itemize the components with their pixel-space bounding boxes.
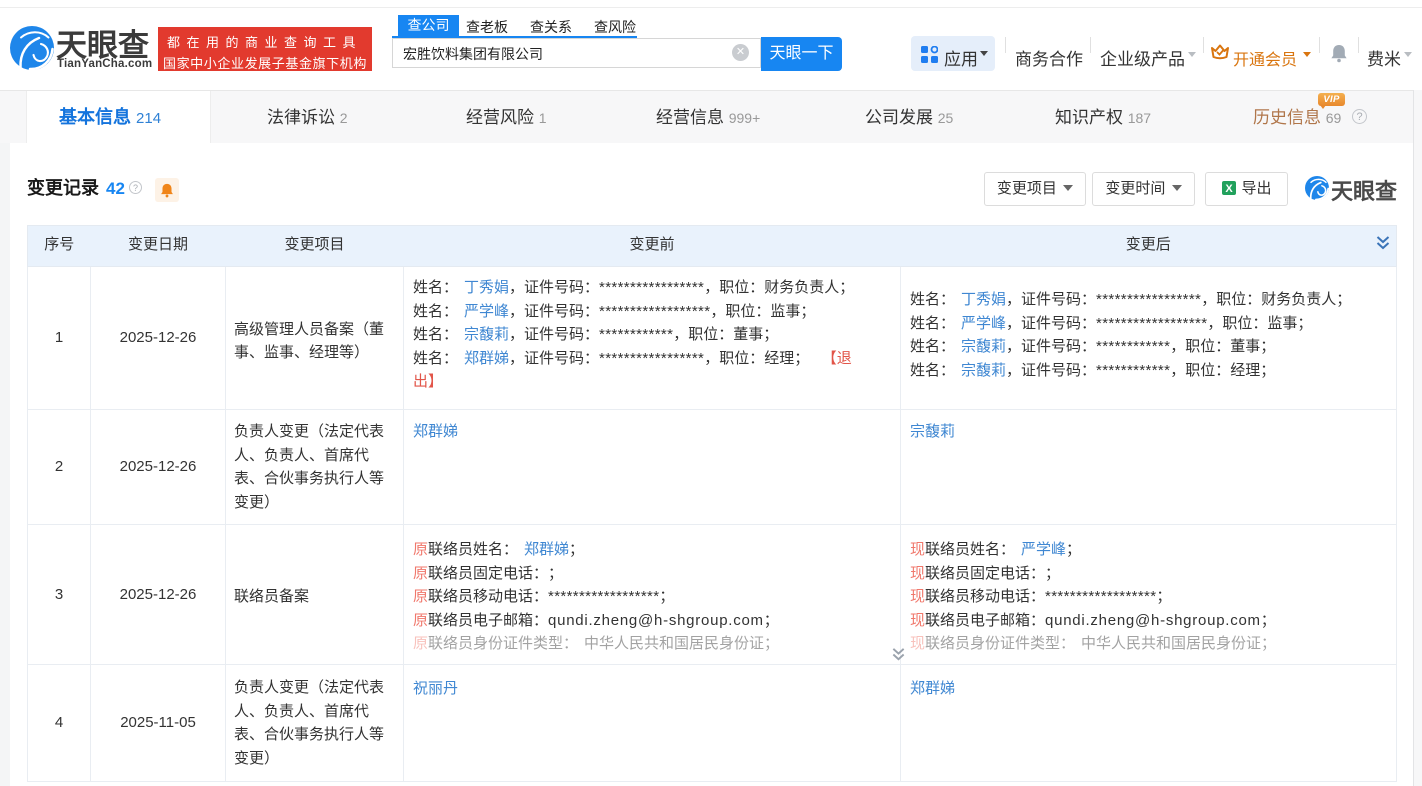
svg-text:X: X	[1226, 183, 1234, 195]
